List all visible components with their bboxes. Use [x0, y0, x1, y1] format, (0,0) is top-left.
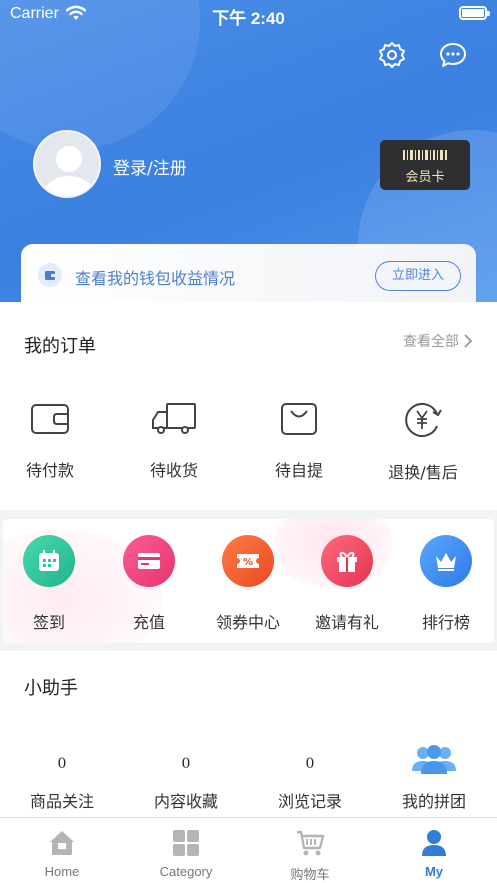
group-icon	[412, 745, 456, 774]
count: 0	[181, 756, 191, 772]
truck-icon	[152, 403, 196, 434]
svg-text:%: %	[243, 557, 253, 568]
section-title: 我的订单	[24, 336, 96, 357]
avatar-placeholder-icon	[44, 146, 94, 196]
leaderboard-button[interactable]: 排行榜	[397, 535, 494, 633]
profile-header: Carrier 下午 2:40 登录/注册 会员卡 查看我的钱包收益情况 立即进…	[0, 0, 497, 302]
tab-label: My	[424, 864, 444, 879]
helper-label: 我的拼团	[401, 792, 466, 811]
calendar-icon	[23, 535, 75, 587]
card-icon	[123, 535, 175, 587]
view-all-label: 查看全部	[403, 334, 459, 350]
order-label: 待自提	[274, 461, 323, 480]
count: 0	[57, 756, 67, 772]
chevron-right-icon	[464, 334, 473, 348]
wallet-banner[interactable]: 查看我的钱包收益情况 立即进入	[21, 244, 476, 302]
service-label: 领券中心	[215, 613, 280, 632]
service-label: 充值	[132, 613, 165, 632]
tab-category[interactable]: Category	[124, 828, 248, 879]
tab-my[interactable]: My	[372, 828, 496, 879]
order-pending-payment[interactable]: 待付款	[0, 402, 112, 481]
order-label: 退换/售后	[388, 463, 458, 482]
tab-label: 购物车	[290, 867, 330, 882]
helper-label: 内容收藏	[153, 792, 218, 811]
browse-history-button[interactable]: 0 浏览记录	[248, 754, 372, 812]
avatar[interactable]	[33, 130, 101, 198]
category-icon	[173, 830, 199, 856]
recharge-button[interactable]: 充值	[100, 535, 198, 633]
tab-cart[interactable]: 购物车	[248, 828, 372, 883]
product-follow-button[interactable]: 0 商品关注	[0, 754, 124, 812]
service-label: 排行榜	[421, 613, 470, 632]
vip-card-button[interactable]: 会员卡	[380, 140, 470, 190]
settings-gear-icon[interactable]	[377, 40, 407, 70]
view-all-orders-link[interactable]: 查看全部	[403, 331, 473, 351]
services-grid: 签到 充值 % 领券中心 邀请有礼 排行榜	[3, 519, 494, 643]
invite-gift-button[interactable]: 邀请有礼	[298, 535, 396, 633]
login-register-link[interactable]: 登录/注册	[113, 154, 187, 179]
section-title: 小助手	[24, 678, 78, 699]
order-label: 待收货	[149, 461, 198, 480]
order-label: 待付款	[25, 461, 74, 480]
tab-label: Category	[159, 864, 213, 879]
wallet-small-icon	[38, 263, 62, 287]
bottom-tab-bar: Home Category 购物车 My	[0, 817, 497, 883]
wallet-icon	[31, 404, 69, 434]
vip-card-label: 会员卡	[405, 170, 445, 185]
count: 0	[305, 756, 315, 772]
clock: 下午 2:40	[212, 9, 285, 28]
service-label: 签到	[32, 613, 65, 632]
my-group-buy-button[interactable]: 我的拼团	[372, 743, 496, 812]
enter-wallet-button[interactable]: 立即进入	[375, 261, 461, 291]
user-icon	[422, 830, 446, 856]
barcode-icon	[403, 150, 447, 160]
bag-icon	[281, 403, 317, 435]
order-self-pickup[interactable]: 待自提	[237, 402, 361, 481]
tab-label: Home	[44, 864, 80, 879]
helper-label: 浏览记录	[277, 792, 342, 811]
sign-in-button[interactable]: 签到	[3, 535, 98, 633]
order-pending-receipt[interactable]: 待收货	[112, 402, 236, 481]
message-icon[interactable]	[438, 40, 468, 70]
content-favorites-button[interactable]: 0 内容收藏	[124, 754, 248, 812]
home-icon	[50, 831, 74, 855]
tab-home[interactable]: Home	[0, 828, 124, 879]
yen-refund-icon	[405, 403, 442, 437]
wallet-text: 查看我的钱包收益情况	[75, 269, 236, 288]
service-label: 邀请有礼	[314, 613, 379, 632]
crown-icon	[420, 535, 472, 587]
battery-icon	[459, 6, 490, 20]
coupon-icon: %	[222, 535, 274, 587]
coupon-center-button[interactable]: % 领券中心	[199, 535, 297, 633]
gift-icon	[321, 535, 373, 587]
helper-label: 商品关注	[29, 792, 94, 811]
status-bar: Carrier 下午 2:40	[0, 0, 497, 28]
helper-section: 小助手 0 商品关注 0 内容收藏 0 浏览记录 我的拼团	[0, 651, 497, 817]
order-after-sales[interactable]: 退换/售后	[361, 402, 485, 483]
cart-icon	[297, 830, 325, 856]
orders-section: 我的订单 查看全部 待付款 待收货 待自提 退换/售后	[0, 302, 497, 510]
